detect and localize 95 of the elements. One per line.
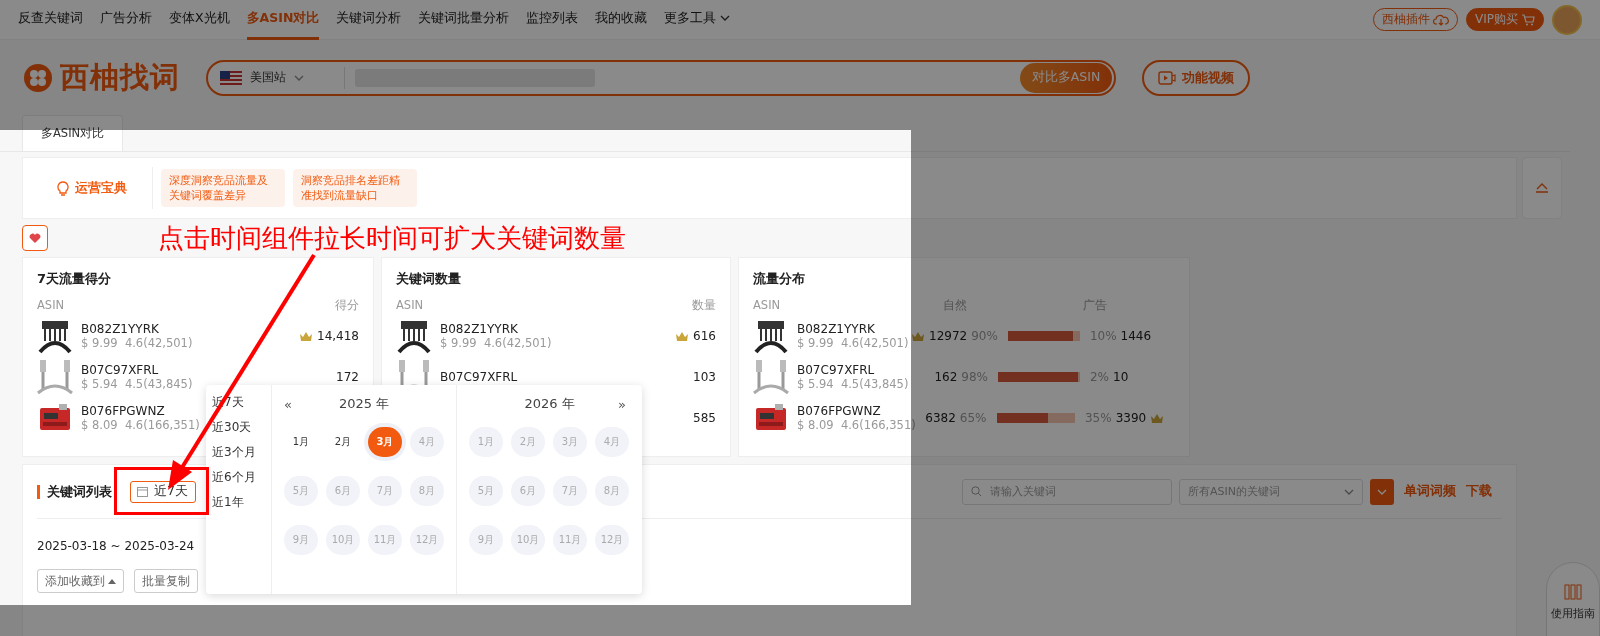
ad-value: 3390 xyxy=(1115,411,1175,425)
date-preset[interactable]: 近1年 xyxy=(212,492,271,512)
logo-icon xyxy=(22,61,54,94)
asin-text[interactable]: B076FPGWNZ xyxy=(81,404,200,418)
metric-value: 14,418 xyxy=(299,329,359,343)
collapse-icon xyxy=(1535,183,1549,193)
annotation-text: 点击时间组件拉长时间可扩大关键词数量 xyxy=(158,222,626,255)
organic-value: 162 xyxy=(934,370,958,384)
crown-icon xyxy=(911,330,926,342)
video-button[interactable]: 功能视频 xyxy=(1142,59,1250,96)
action-button[interactable]: 添加收藏到 xyxy=(37,569,124,593)
asin-text[interactable]: B082Z1YYRK xyxy=(797,322,909,336)
date-range-text: 2025-03-18 ~ 2025-03-24 xyxy=(37,539,195,553)
nav-tab[interactable]: 关键词分析 xyxy=(336,0,402,40)
heart-icon xyxy=(29,232,41,244)
video-icon xyxy=(1158,70,1176,85)
price-rating-text: $ 5.94 4.5(43,845) xyxy=(797,377,909,391)
section-title: 关键词列表 xyxy=(37,484,112,499)
calendar-icon xyxy=(137,486,148,497)
action-link[interactable]: 下载 xyxy=(1466,483,1492,500)
date-preset[interactable]: 近30天 xyxy=(212,417,271,437)
year-label: 2025 年 xyxy=(337,395,391,413)
asin-text[interactable]: B07C97XFRL xyxy=(797,363,909,377)
metric-value: 585 xyxy=(693,411,716,425)
card-title: 关键词数量 xyxy=(396,270,462,288)
ad-value: 1446 xyxy=(1120,329,1153,343)
chevron-down-icon xyxy=(1377,488,1387,495)
asin-text[interactable]: B082Z1YYRK xyxy=(81,322,193,336)
nav-tab[interactable]: 变体X光机 xyxy=(169,0,230,40)
action-link[interactable]: 单词词频 xyxy=(1404,483,1456,500)
chevron-down-icon xyxy=(294,74,304,81)
price-rating-text: $ 5.94 4.5(43,845) xyxy=(81,377,193,391)
price-rating-text: $ 8.09 4.6(166,351) xyxy=(81,418,200,432)
search-icon xyxy=(971,486,982,497)
date-preset[interactable]: 近3个月 xyxy=(212,442,271,462)
ad-value: 10 xyxy=(1113,370,1130,384)
crown-icon xyxy=(675,330,690,342)
chevron-down-icon xyxy=(720,15,731,21)
column-header: ASIN xyxy=(396,298,424,313)
metric-value: 616 xyxy=(675,329,716,343)
nav-tab[interactable]: 关键词批量分析 xyxy=(418,0,510,40)
column-header: 数量 xyxy=(692,298,716,313)
tip-link[interactable]: 洞察竞品排名差距精准找到流量缺口 xyxy=(293,169,417,207)
next-year-button[interactable]: » xyxy=(618,396,630,412)
column-header: ASIN xyxy=(37,298,65,313)
crown-icon xyxy=(299,330,313,342)
action-button[interactable]: 批量复制 xyxy=(134,569,198,593)
site-select[interactable]: 美国站 xyxy=(220,66,345,89)
cart-icon xyxy=(1521,13,1535,26)
asin-text[interactable]: B07C97XFRL xyxy=(440,370,518,384)
vip-button[interactable]: VIP购买 xyxy=(1466,8,1544,31)
chevron-down-icon xyxy=(1344,488,1354,495)
cloud-download-icon xyxy=(1433,13,1449,26)
nav-tab[interactable]: 我的收藏 xyxy=(595,0,648,40)
metric-value: 172 xyxy=(336,370,359,384)
card-title: 7天流量得分 xyxy=(37,270,113,288)
search-bar[interactable]: 美国站 对比多ASIN xyxy=(206,59,1116,96)
user-avatar[interactable] xyxy=(1552,4,1582,35)
column-header: ASIN xyxy=(753,298,781,313)
caret-icon xyxy=(108,578,116,584)
asin-text[interactable]: B076FPGWNZ xyxy=(797,404,916,418)
month-button[interactable]: 1月 xyxy=(284,427,318,457)
guide-button[interactable]: 使用指南 xyxy=(1546,562,1600,636)
crown-icon xyxy=(1150,412,1165,424)
organic-value: 12972 xyxy=(911,329,968,343)
collapse-button[interactable] xyxy=(1522,157,1562,219)
price-rating-text: $ 9.99 4.6(42,501) xyxy=(81,336,193,350)
tips-title: 运营宝典 xyxy=(31,167,153,209)
logo-text: 西柚找词 xyxy=(60,58,180,96)
column-header: 得分 xyxy=(335,298,359,313)
date-preset[interactable]: 近6个月 xyxy=(212,467,271,487)
books-icon xyxy=(1564,583,1582,600)
price-rating-text: $ 9.99 4.6(42,501) xyxy=(797,336,909,350)
nav-tab[interactable]: 监控列表 xyxy=(526,0,579,40)
month-button[interactable]: 2月 xyxy=(326,427,360,457)
nav-tab[interactable]: 多ASIN对比 xyxy=(246,0,320,40)
organic-value: 6382 xyxy=(925,411,956,425)
nav-tab[interactable]: 反查关键词 xyxy=(18,0,83,40)
year-label: 2026 年 xyxy=(523,395,576,413)
nav-tab[interactable]: 更多工具 xyxy=(664,0,731,40)
dropdown-button[interactable] xyxy=(1370,478,1394,505)
compare-button[interactable]: 对比多ASIN xyxy=(1020,62,1112,93)
previous-year-button[interactable]: « xyxy=(284,396,296,412)
flag-icon xyxy=(220,70,242,85)
page-tab[interactable]: 多ASIN对比 xyxy=(22,115,124,151)
asin-text[interactable]: B07C97XFRL xyxy=(81,363,193,377)
plugin-button[interactable]: 西柚插件 xyxy=(1373,8,1458,31)
favorite-button[interactable] xyxy=(22,225,48,251)
tip-link[interactable]: 深度洞察竞品流量及关键词覆盖差异 xyxy=(161,169,285,207)
price-rating-text: $ 9.99 4.6(42,501) xyxy=(440,336,552,350)
nav-tab[interactable]: 广告分析 xyxy=(100,0,152,40)
metric-value: 103 xyxy=(693,370,716,384)
lightbulb-icon xyxy=(56,180,69,196)
asin-text[interactable]: B082Z1YYRK xyxy=(440,322,552,336)
card-title: 流量分布 xyxy=(753,270,806,288)
